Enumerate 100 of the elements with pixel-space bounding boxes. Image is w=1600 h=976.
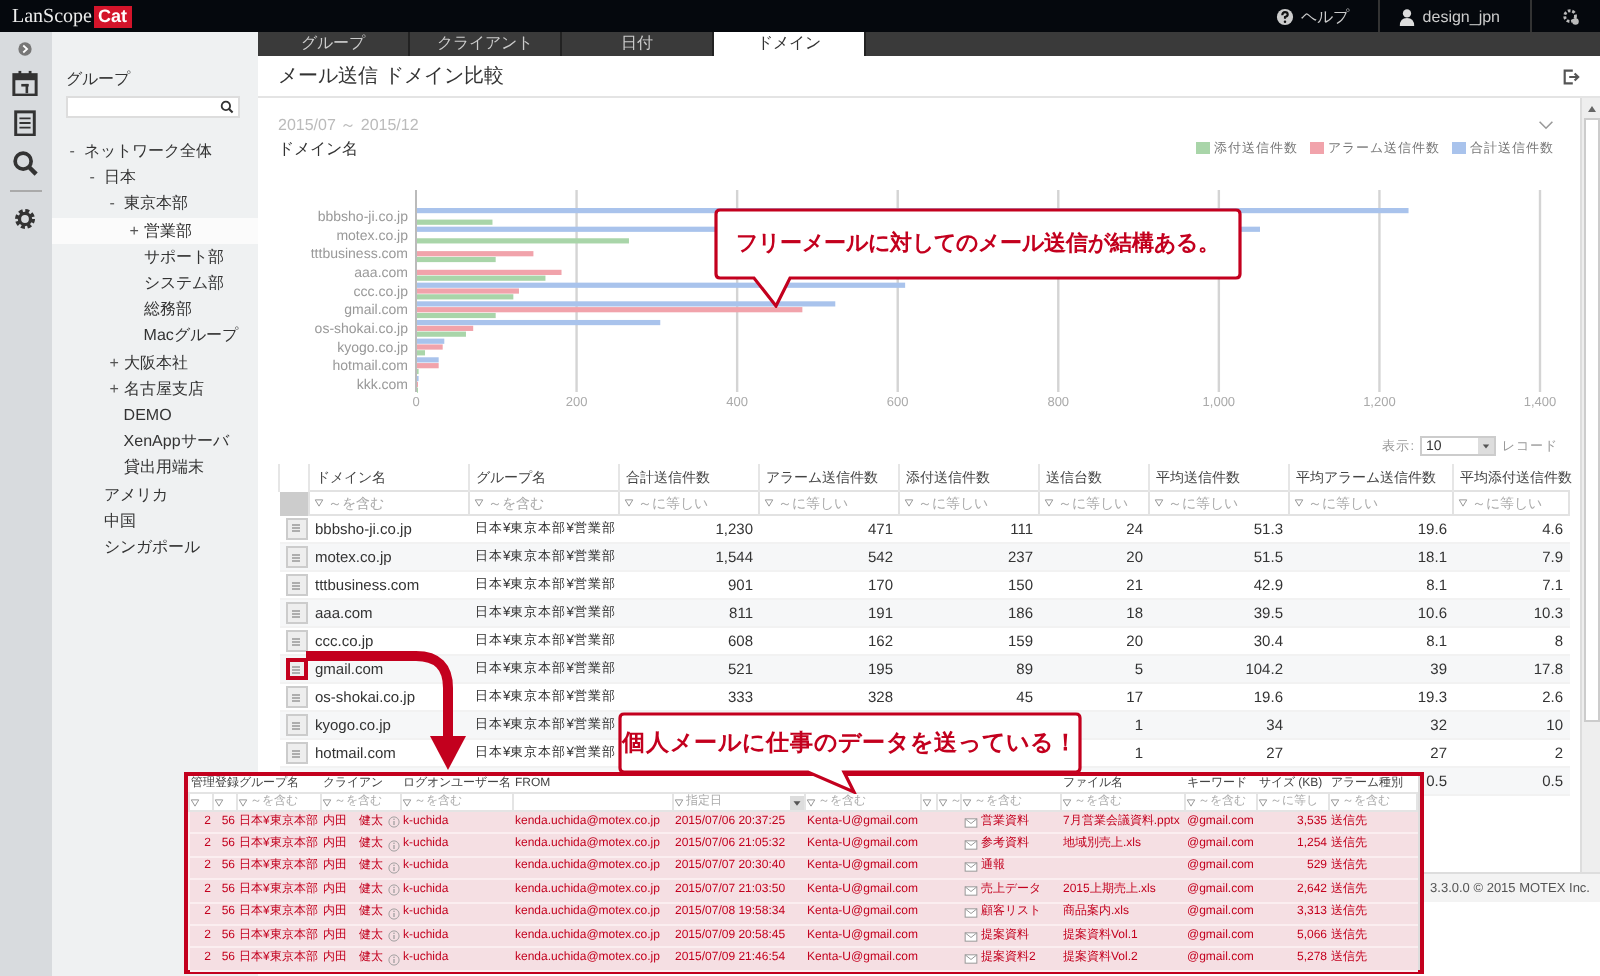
search-field[interactable] <box>65 96 240 118</box>
scrollbar[interactable] <box>1418 776 1420 970</box>
filter-icon <box>962 797 972 807</box>
document-icon[interactable] <box>12 110 39 136</box>
tree-item[interactable]: シンガポール <box>51 533 258 560</box>
date-range: 2015/07 ～ 2015/12 <box>278 113 419 135</box>
calendar-icon[interactable] <box>12 70 39 96</box>
filter-icon <box>904 498 914 508</box>
filter-icon <box>624 498 634 508</box>
tree-item[interactable]: + 名古屋支店 <box>51 375 258 402</box>
filter-icon <box>674 797 684 807</box>
filter-icon <box>214 797 224 807</box>
filter-icon <box>764 498 774 508</box>
list-icon <box>290 551 302 563</box>
logo-text: LanScope <box>12 5 92 27</box>
tree-item[interactable]: 総務部 <box>51 296 258 323</box>
tab[interactable]: クライアント <box>410 32 562 56</box>
filter-icon <box>1186 797 1196 807</box>
tab[interactable]: ドメイン <box>714 32 866 56</box>
toggle-icon[interactable]: + <box>109 379 124 398</box>
tree-item[interactable]: アメリカ <box>51 480 258 508</box>
user-icon <box>1398 7 1417 25</box>
tree-item[interactable]: - 東京本部 <box>51 190 258 218</box>
info-icon[interactable] <box>387 839 399 852</box>
tree-label: 名古屋支店 <box>123 377 204 400</box>
tree-item[interactable]: 貸出用端末 <box>51 454 258 481</box>
list-icon <box>290 719 302 731</box>
callout-text: 個人メールに仕事のデータを送っている！ <box>619 728 1080 758</box>
toggle-icon[interactable]: + <box>109 353 124 372</box>
tree-label: 中国 <box>103 509 136 532</box>
tree-label: Macグループ <box>143 324 238 347</box>
list-icon <box>290 607 302 619</box>
info-icon[interactable] <box>387 816 399 829</box>
filter-icon <box>322 797 332 807</box>
user-name[interactable]: design_jpn <box>1422 7 1500 25</box>
tree-label: DEMO <box>123 405 172 424</box>
list-icon <box>290 663 302 675</box>
info-icon[interactable] <box>387 861 399 874</box>
scroll-thumb[interactable] <box>1583 118 1599 722</box>
filter-icon <box>1458 498 1468 508</box>
tree-item[interactable]: + 大阪本社 <box>51 349 258 376</box>
settings-icon[interactable] <box>12 206 39 232</box>
tree-item[interactable]: + 営業部 <box>51 217 258 244</box>
tree-label: サポート部 <box>143 245 224 268</box>
toggle-icon[interactable]: - <box>89 168 104 187</box>
filter-field[interactable] <box>922 794 936 810</box>
tree-item[interactable]: - 日本 <box>51 164 258 191</box>
tree-label: ネットワーク全体 <box>83 140 212 163</box>
tree-label: 日本 <box>103 166 136 189</box>
callout-text: フリーメールに対してのメール送信が結構ある。 <box>734 229 1222 258</box>
collapse-icon[interactable] <box>18 42 33 56</box>
settings-icon[interactable] <box>1562 7 1580 25</box>
chevron-down-icon[interactable] <box>1538 119 1554 129</box>
tree-label: シンガポール <box>103 535 200 558</box>
filter-icon <box>474 498 484 508</box>
tree-item[interactable]: XenAppサーバ <box>51 428 258 455</box>
row-detail-button[interactable] <box>285 658 307 680</box>
filter-icon <box>1062 797 1072 807</box>
filter-icon <box>1330 797 1340 807</box>
help-icon[interactable] <box>1276 7 1295 25</box>
tree-item[interactable]: 中国 <box>51 507 258 534</box>
filter-icon <box>238 797 248 807</box>
logout-icon[interactable] <box>1562 67 1580 85</box>
search-icon <box>219 100 234 114</box>
filter-icon <box>314 498 324 508</box>
list-icon <box>290 635 302 647</box>
info-icon[interactable] <box>387 930 399 943</box>
mail-icon <box>963 840 977 851</box>
tree-item[interactable]: サポート部 <box>51 243 258 270</box>
tree-item[interactable]: システム部 <box>51 269 258 297</box>
sidebar-title: グループ <box>63 68 133 92</box>
list-icon <box>290 747 302 759</box>
mail-icon <box>963 862 977 873</box>
toggle-icon[interactable]: - <box>69 142 84 161</box>
page-title: メール送信 ドメイン比較 <box>278 63 504 90</box>
info-icon[interactable] <box>387 907 399 920</box>
tree-label: 貸出用端末 <box>123 456 204 479</box>
list-icon <box>290 579 302 591</box>
tree-label: 営業部 <box>143 219 192 242</box>
scrollbar[interactable] <box>1580 98 1600 872</box>
info-icon[interactable] <box>387 953 399 966</box>
tree-item[interactable]: DEMO <box>51 401 258 429</box>
scroll-up-icon[interactable] <box>1587 106 1595 112</box>
filter-icon <box>402 797 412 807</box>
search-icon[interactable] <box>12 150 39 176</box>
mail-icon <box>963 885 977 896</box>
list-icon <box>290 522 302 535</box>
toggle-icon[interactable]: + <box>129 221 144 240</box>
tree-item[interactable]: Macグループ <box>51 322 258 349</box>
info-icon[interactable] <box>387 884 399 897</box>
mail-icon <box>963 908 977 919</box>
tree-label: システム部 <box>143 272 224 295</box>
toggle-icon[interactable]: - <box>109 194 124 213</box>
tab[interactable]: グループ <box>258 32 410 56</box>
filter-icon <box>1154 498 1164 508</box>
tree-item[interactable]: - ネットワーク全体 <box>51 138 258 165</box>
mail-icon <box>963 954 977 965</box>
filter-icon <box>1258 797 1268 807</box>
tree-label: 総務部 <box>143 298 192 321</box>
help-link[interactable]: ヘルプ <box>1300 5 1349 27</box>
